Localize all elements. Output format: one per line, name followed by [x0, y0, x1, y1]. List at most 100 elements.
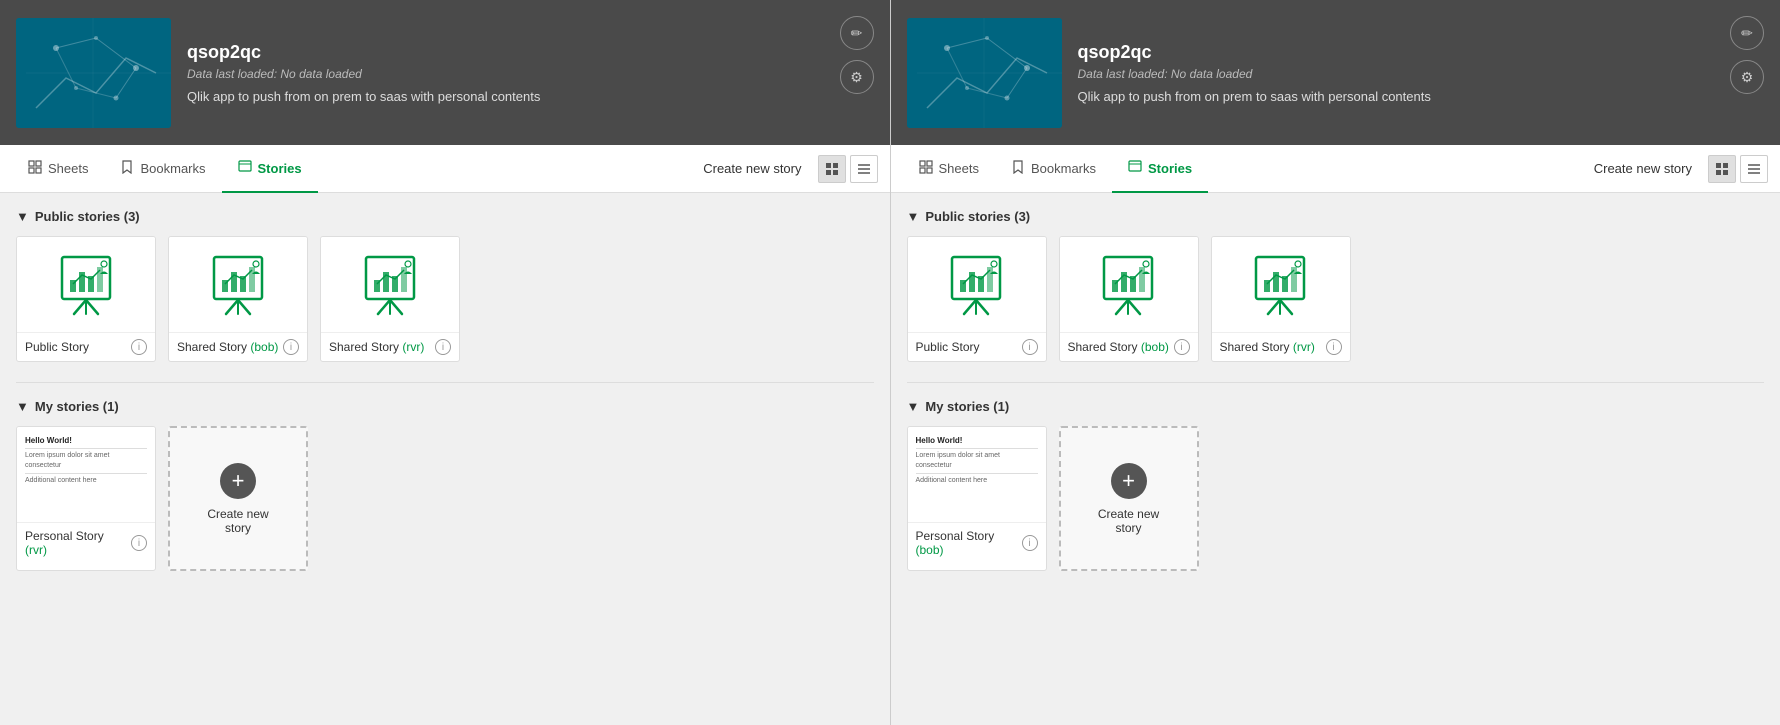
create-story-header-button[interactable]: Create new story [1586, 157, 1700, 180]
public-stories-grid: Public Story i Shared Story (bob) i [16, 236, 874, 362]
story-card-sublabel: (bob) [250, 340, 278, 354]
list-icon [857, 162, 871, 176]
list-icon [1747, 162, 1761, 176]
plus-icon: + [1111, 463, 1147, 499]
app-last-loaded: Data last loaded: No data loaded [1078, 67, 1765, 81]
list-view-button[interactable] [850, 155, 878, 183]
bookmarks-icon [1011, 160, 1025, 174]
chevron-down-icon: ▼ [907, 399, 920, 414]
tab-stories[interactable]: Stories [222, 146, 318, 193]
app-info: qsop2qc Data last loaded: No data loaded… [187, 42, 874, 104]
personal-story-thumbnail: Hello World! Lorem ipsum dolor sit amet … [908, 427, 1046, 522]
stories-tab-icon [1128, 160, 1142, 177]
sheets-tab-icon [28, 160, 42, 177]
settings-button[interactable]: ⚙ [840, 60, 874, 94]
stories-tab-label: Stories [258, 161, 302, 176]
public-story-card-2[interactable]: Shared Story (rvr) i [320, 236, 460, 362]
app-header: qsop2qc Data last loaded: No data loaded… [0, 0, 890, 145]
personal-story-footer: Personal Story(bob) i [908, 522, 1046, 563]
story-card-thumbnail [1060, 237, 1198, 332]
story-card-footer: Public Story i [17, 332, 155, 361]
bookmarks-tab-icon [120, 160, 134, 177]
story-card-sublabel: (bob) [1141, 340, 1169, 354]
story-card-label: Shared Story (rvr) [1220, 340, 1315, 354]
my-stories-section: ▼ My stories (1) Hello World! Lorem ipsu… [16, 399, 874, 571]
story-card-label: Shared Story (bob) [177, 340, 278, 354]
bookmarks-tab-label: Bookmarks [140, 161, 205, 176]
my-stories-header[interactable]: ▼ My stories (1) [16, 399, 874, 414]
public-stories-header[interactable]: ▼ Public stories (3) [16, 209, 874, 224]
info-icon[interactable]: i [1326, 339, 1342, 355]
list-view-button[interactable] [1740, 155, 1768, 183]
grid-view-button[interactable] [1708, 155, 1736, 183]
info-icon[interactable]: i [1174, 339, 1190, 355]
story-card-label: Public Story [25, 340, 89, 354]
story-card-thumbnail [1212, 237, 1350, 332]
personal-story-footer: Personal Story(rvr) i [17, 522, 155, 563]
personal-story-sublabel: (rvr) [25, 543, 47, 557]
edit-button[interactable]: ✏ [840, 16, 874, 50]
app-info: qsop2qc Data last loaded: No data loaded… [1078, 42, 1765, 104]
settings-button[interactable]: ⚙ [1730, 60, 1764, 94]
header-icons: ✏ ⚙ [1730, 16, 1764, 94]
info-icon[interactable]: i [131, 339, 147, 355]
public-stories-section: ▼ Public stories (3) Public Story i [16, 209, 874, 362]
bookmarks-tab-label: Bookmarks [1031, 161, 1096, 176]
tab-bookmarks[interactable]: Bookmarks [104, 146, 221, 193]
tabs-bar: Sheets Bookmarks Stories Create new story [891, 145, 1780, 193]
app-thumbnail [16, 18, 171, 128]
story-card-footer: Public Story i [908, 332, 1046, 361]
app-header: qsop2qc Data last loaded: No data loaded… [891, 0, 1780, 145]
create-new-story-card[interactable]: + Create newstory [1059, 426, 1199, 571]
tab-sheets[interactable]: Sheets [903, 146, 995, 193]
sheets-tab-label: Sheets [48, 161, 88, 176]
stories-tab-label: Stories [1148, 161, 1192, 176]
story-card-label: Shared Story (rvr) [329, 340, 424, 354]
create-new-story-card[interactable]: + Create newstory [168, 426, 308, 571]
create-story-card-label: Create newstory [207, 507, 268, 535]
info-icon[interactable]: i [1022, 535, 1038, 551]
public-stories-label: Public stories (3) [925, 209, 1030, 224]
bookmarks-tab-icon [1011, 160, 1025, 177]
story-card-sublabel: (rvr) [1293, 340, 1315, 354]
sheets-tab-icon [919, 160, 933, 177]
create-story-header-button[interactable]: Create new story [695, 157, 809, 180]
public-stories-header[interactable]: ▼ Public stories (3) [907, 209, 1765, 224]
info-icon[interactable]: i [283, 339, 299, 355]
my-stories-label: My stories (1) [925, 399, 1009, 414]
grid-view-button[interactable] [818, 155, 846, 183]
personal-story-label: Personal Story(rvr) [25, 529, 131, 557]
info-icon[interactable]: i [435, 339, 451, 355]
my-stories-header[interactable]: ▼ My stories (1) [907, 399, 1765, 414]
public-story-card-1[interactable]: Shared Story (bob) i [1059, 236, 1199, 362]
story-card-label: Public Story [916, 340, 980, 354]
info-icon[interactable]: i [131, 535, 147, 551]
tabs-bar: Sheets Bookmarks Stories Create new story [0, 145, 890, 193]
app-thumbnail [907, 18, 1062, 128]
create-story-card-label: Create newstory [1098, 507, 1159, 535]
public-story-card-2[interactable]: Shared Story (rvr) i [1211, 236, 1351, 362]
public-story-card-0[interactable]: Public Story i [16, 236, 156, 362]
stories-icon [1128, 160, 1142, 174]
tab-bookmarks[interactable]: Bookmarks [995, 146, 1112, 193]
my-story-card-0[interactable]: Hello World! Lorem ipsum dolor sit amet … [907, 426, 1047, 571]
tab-stories[interactable]: Stories [1112, 146, 1208, 193]
view-toggle [818, 155, 878, 183]
info-icon[interactable]: i [1022, 339, 1038, 355]
personal-story-thumbnail: Hello World! Lorem ipsum dolor sit amet … [17, 427, 155, 522]
edit-button[interactable]: ✏ [1730, 16, 1764, 50]
tab-sheets[interactable]: Sheets [12, 146, 104, 193]
my-stories-grid: Hello World! Lorem ipsum dolor sit amet … [907, 426, 1765, 571]
public-story-card-0[interactable]: Public Story i [907, 236, 1047, 362]
personal-story-sublabel: (bob) [916, 543, 944, 557]
content-area: ▼ Public stories (3) Public Story i [0, 193, 890, 725]
story-card-thumbnail [908, 237, 1046, 332]
app-name: qsop2qc [1078, 42, 1765, 63]
app-description: Qlik app to push from on prem to saas wi… [1078, 89, 1765, 104]
my-stories-section: ▼ My stories (1) Hello World! Lorem ipsu… [907, 399, 1765, 571]
app-description: Qlik app to push from on prem to saas wi… [187, 89, 874, 104]
my-story-card-0[interactable]: Hello World! Lorem ipsum dolor sit amet … [16, 426, 156, 571]
public-story-card-1[interactable]: Shared Story (bob) i [168, 236, 308, 362]
stories-icon [238, 160, 252, 174]
grid-icon [825, 162, 839, 176]
